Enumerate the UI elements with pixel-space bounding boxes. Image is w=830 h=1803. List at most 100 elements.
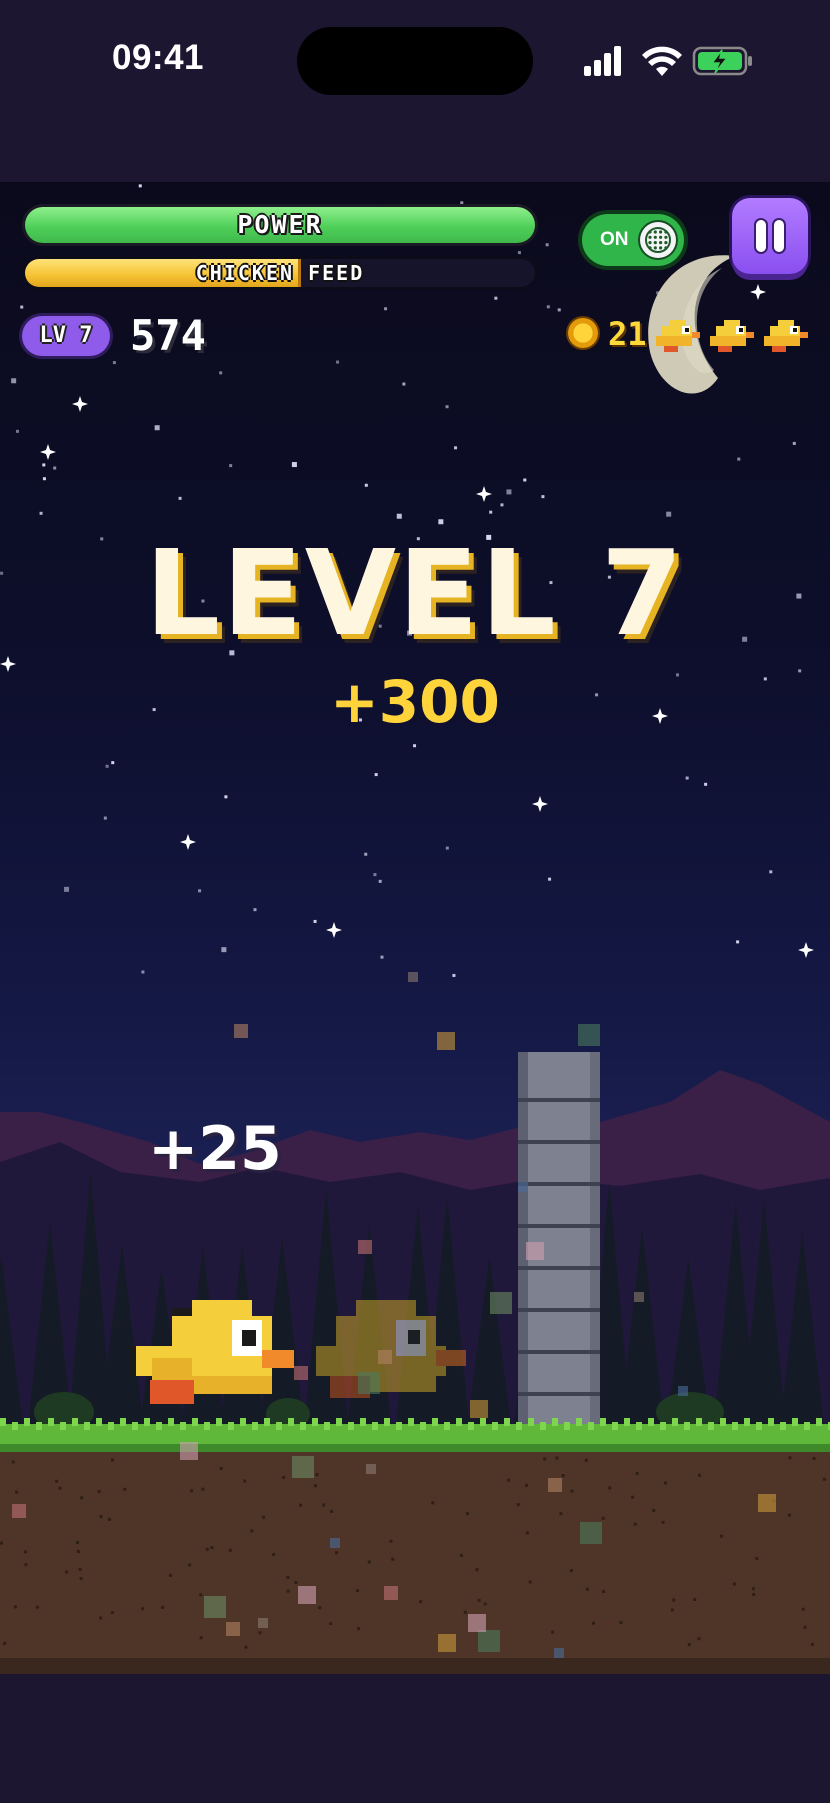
grass-tuft <box>564 1422 570 1430</box>
chicken-feed-bar: CHICKEN FEED <box>22 256 538 290</box>
grass-tuft <box>576 1418 582 1426</box>
star <box>154 425 160 431</box>
dirt-speck <box>525 1483 529 1487</box>
particle <box>478 1630 500 1652</box>
dirt-speck <box>459 1553 463 1557</box>
particle <box>358 1240 372 1254</box>
grass-tuft <box>60 1422 66 1430</box>
sound-toggle[interactable]: ON <box>582 214 684 266</box>
star <box>178 496 182 500</box>
grille-dot <box>659 235 663 239</box>
dirt-speck <box>661 1520 665 1524</box>
star <box>452 973 456 977</box>
particle <box>678 1386 688 1396</box>
grass-tuft <box>720 1418 726 1426</box>
grass-tuft <box>84 1422 90 1430</box>
dirt-speck <box>608 1486 612 1490</box>
dirt-speck <box>516 1503 520 1507</box>
dirt-speck <box>199 1636 203 1640</box>
grass-tuft <box>492 1422 498 1430</box>
star <box>396 513 402 519</box>
dirt-speck <box>670 1608 674 1612</box>
dirt-speck <box>123 1487 127 1491</box>
particle <box>204 1596 226 1618</box>
dirt-speck <box>389 1539 393 1543</box>
star <box>112 361 116 365</box>
pause-button[interactable] <box>732 198 808 274</box>
star <box>64 886 70 892</box>
star <box>548 877 552 881</box>
grass-tuft <box>336 1418 342 1426</box>
star <box>313 919 317 923</box>
dirt-speck <box>602 1590 606 1594</box>
grille-dot <box>653 235 657 239</box>
dirt-speck <box>663 1481 667 1485</box>
grass-tuft <box>24 1418 30 1426</box>
dirt-speck <box>633 1522 637 1526</box>
star <box>42 463 46 467</box>
particle <box>578 1024 600 1046</box>
star <box>224 795 228 799</box>
grass-tuft <box>432 1418 438 1426</box>
particle <box>468 1614 486 1632</box>
star <box>336 360 340 364</box>
dynamic-island <box>297 27 533 95</box>
dirt-speck <box>732 1582 736 1586</box>
dirt-speck <box>99 1616 103 1620</box>
dirt-speck <box>687 1643 691 1647</box>
signal-icon <box>584 46 621 76</box>
dirt-speck <box>219 1466 223 1470</box>
grass-tuft <box>504 1418 510 1426</box>
grass-tuft <box>408 1418 414 1426</box>
game-canvas[interactable]: POWER CHICKEN FEED ON LV 7 574 21 LEVEL … <box>0 182 830 1674</box>
dirt-speck <box>76 1550 80 1554</box>
grass-tuft <box>624 1418 630 1426</box>
star <box>402 382 406 386</box>
grass-tuft <box>372 1422 378 1430</box>
star <box>39 511 43 515</box>
grass-tuft <box>216 1418 222 1426</box>
star <box>105 764 109 768</box>
grass-tuft <box>192 1418 198 1426</box>
grass-tuft <box>444 1422 450 1430</box>
grass-tuft <box>528 1418 534 1426</box>
pause-icon <box>756 220 766 252</box>
particle <box>12 1504 26 1518</box>
chick-life-icon <box>656 318 700 354</box>
pillar-seam <box>518 1098 600 1102</box>
dirt-speck <box>65 1570 69 1574</box>
dirt-speck <box>244 1645 248 1649</box>
chick-life-icon <box>710 318 754 354</box>
particle <box>758 1494 776 1512</box>
dirt-speck <box>58 1486 62 1490</box>
star <box>445 405 449 409</box>
dirt-speck <box>755 1556 759 1560</box>
dirt-speck <box>477 1598 481 1602</box>
grass-tuft <box>792 1418 798 1426</box>
grass-tuft <box>108 1422 114 1430</box>
grass-tuft <box>780 1422 786 1430</box>
dirt-speck <box>812 1456 816 1460</box>
star <box>413 744 417 748</box>
grass-tuft <box>288 1418 294 1426</box>
dirt-speck <box>13 1605 17 1609</box>
sparkle-star <box>326 922 342 938</box>
star <box>737 457 741 461</box>
grass-tuft <box>324 1422 330 1430</box>
dirt-speck <box>315 1473 319 1477</box>
dirt-speck <box>672 1598 676 1602</box>
sparkle-star <box>180 834 196 850</box>
pillar-seam <box>518 1392 600 1396</box>
particle <box>548 1478 562 1492</box>
star <box>291 462 297 468</box>
grass-tuft <box>816 1418 822 1426</box>
pillar-seam <box>518 1350 600 1354</box>
dirt-speck <box>99 1515 103 1519</box>
grille-dot <box>659 230 663 234</box>
dirt-speck <box>24 1550 28 1554</box>
chicken-feed-label: CHICKEN FEED <box>195 261 365 285</box>
particle <box>438 1634 456 1652</box>
grass-tuft <box>120 1418 126 1426</box>
star <box>666 511 672 517</box>
particle <box>358 1372 380 1394</box>
